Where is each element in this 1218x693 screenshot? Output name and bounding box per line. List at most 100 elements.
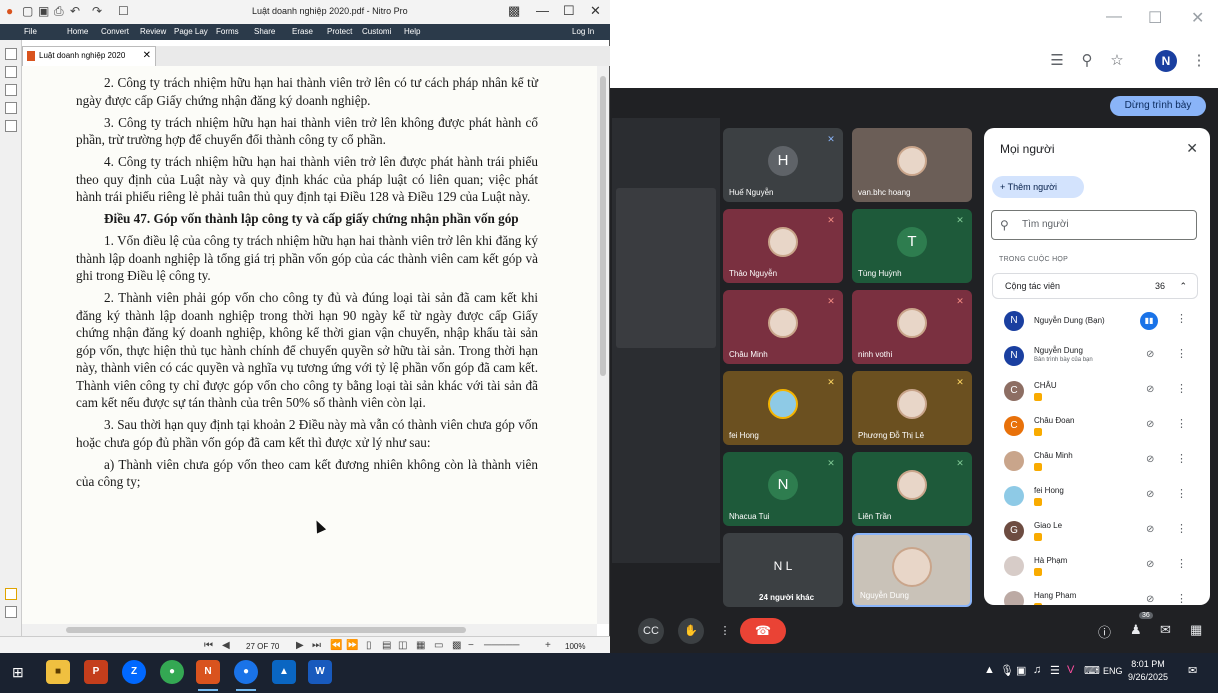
profile-avatar[interactable]: N xyxy=(1155,50,1177,72)
raise-hand-icon[interactable]: ✋ xyxy=(678,618,704,644)
tray-chevron-icon[interactable]: ▲ xyxy=(984,664,995,676)
list-item[interactable]: G Giao Le ⊘ ⋮ xyxy=(984,515,1210,549)
mic-icon[interactable]: 🎙 xyxy=(1000,664,1014,677)
participant-tile[interactable]: T ✕ Tùng Huỳnh xyxy=(852,209,972,283)
participant-tile[interactable]: ✕ fei Hong xyxy=(723,371,843,445)
others-tile[interactable]: N L 24 người khác xyxy=(723,533,843,607)
new-icon[interactable]: ▢ xyxy=(22,4,33,18)
undo-icon[interactable]: ↶ xyxy=(70,4,80,18)
keyboard-icon[interactable]: ⌨ xyxy=(1084,664,1100,677)
activities-icon[interactable]: ▦ xyxy=(1190,622,1202,638)
maximize-icon[interactable]: ☐ xyxy=(1148,8,1162,28)
prev-page-icon[interactable]: ◀ xyxy=(222,640,230,651)
language-indicator[interactable]: ENG xyxy=(1103,666,1123,676)
open-folder-icon[interactable]: ▣ xyxy=(38,4,49,18)
zoom-icon[interactable]: ⚲ xyxy=(1076,50,1098,72)
attachments-panel-icon[interactable] xyxy=(5,84,17,96)
maximize-icon[interactable]: ☐ xyxy=(563,3,575,19)
participant-tile[interactable]: van.bhc hoang xyxy=(852,128,972,202)
network-icon[interactable]: ☰ xyxy=(1050,664,1060,677)
app-icon[interactable]: ▲ xyxy=(272,660,296,684)
bookmark-star-icon[interactable]: ☆ xyxy=(1106,50,1128,72)
menu-help[interactable]: Help xyxy=(404,27,420,36)
menu-share[interactable]: Share xyxy=(254,27,275,36)
mic-off-icon[interactable]: ⊘ xyxy=(1146,559,1154,570)
zalo-icon[interactable]: Z xyxy=(122,660,146,684)
windows-start-icon[interactable]: ⊞ xyxy=(12,664,24,681)
stop-presenting-button[interactable]: Dừng trình bày xyxy=(1110,96,1206,116)
back-icon[interactable]: ⏪ xyxy=(330,640,342,651)
add-people-button[interactable]: + Thêm người xyxy=(992,176,1084,198)
participant-tile[interactable]: ✕ Châu Minh xyxy=(723,290,843,364)
participant-tile[interactable]: ✕ Liên Trần xyxy=(852,452,972,526)
more-vert-icon[interactable]: ⋮ xyxy=(1188,50,1210,72)
search-people-input[interactable]: ⚲ Tìm người xyxy=(991,210,1197,240)
more-vert-icon[interactable]: ⋮ xyxy=(1176,557,1187,570)
notifications-icon[interactable]: ✉ xyxy=(1188,664,1197,677)
output-panel-icon[interactable] xyxy=(5,606,17,618)
zoom-level[interactable]: 100% xyxy=(565,642,585,651)
close-tab-icon[interactable]: ✕ xyxy=(143,47,151,65)
list-item[interactable]: Châu Minh ⊘ ⋮ xyxy=(984,445,1210,479)
people-icon[interactable]: ♟ xyxy=(1130,622,1142,638)
mic-off-icon[interactable]: ⊘ xyxy=(1146,594,1154,605)
vertical-scroll-thumb[interactable] xyxy=(600,76,606,376)
zoom-out-icon[interactable]: − xyxy=(468,640,474,651)
participant-tile[interactable]: ✕ Phương Đỗ Thị Lê xyxy=(852,371,972,445)
list-item[interactable]: N Nguyễn Dung Bản trình bày của bạn ⊘ ⋮ xyxy=(984,340,1210,374)
nitro-pro-icon[interactable]: N xyxy=(196,660,220,684)
continuous-icon[interactable]: ▤ xyxy=(382,640,391,651)
menu-customize[interactable]: Customi xyxy=(362,27,391,36)
unikey-icon[interactable]: V xyxy=(1067,664,1074,676)
menu-erase[interactable]: Erase xyxy=(292,27,313,36)
menu-convert[interactable]: Convert xyxy=(101,27,129,36)
info-icon[interactable]: ⓘ xyxy=(1098,622,1111,641)
participant-tile[interactable]: ✕ Thảo Nguyễn xyxy=(723,209,843,283)
comments-panel-icon[interactable] xyxy=(5,102,17,114)
horizontal-scroll-thumb[interactable] xyxy=(66,627,466,633)
select-icon[interactable]: ☐ xyxy=(118,4,129,18)
menu-file[interactable]: File xyxy=(24,27,37,36)
page-indicator[interactable]: 27 OF 70 xyxy=(246,642,279,651)
mic-off-icon[interactable]: ⊘ xyxy=(1146,524,1154,535)
mic-off-icon[interactable]: ⊘ xyxy=(1146,489,1154,500)
mic-off-icon[interactable]: ⊘ xyxy=(1146,419,1154,430)
list-item[interactable]: N Nguyễn Dung (Bạn) ▮▮ ⋮ xyxy=(984,305,1210,339)
word-icon[interactable]: W xyxy=(308,660,332,684)
list-item[interactable]: Hà Phạm ⊘ ⋮ xyxy=(984,550,1210,584)
more-options-icon[interactable]: ⋮ xyxy=(712,618,738,644)
powerpoint-icon[interactable]: P xyxy=(84,660,108,684)
menu-home[interactable]: Home xyxy=(67,27,88,36)
participant-tile[interactable]: H ✕ Huế Nguyễn xyxy=(723,128,843,202)
fit-page-icon[interactable]: ▩ xyxy=(452,640,461,651)
chat-icon[interactable]: ✉ xyxy=(1160,622,1171,638)
zoom-in-icon[interactable]: + xyxy=(545,640,551,651)
forward-icon[interactable]: ⏩ xyxy=(346,640,358,651)
document-tab[interactable]: Luật doanh nghiệp 2020 ✕ xyxy=(22,46,156,66)
list-item[interactable]: C CHÂU ⊘ ⋮ xyxy=(984,375,1210,409)
present-off-icon[interactable]: ⊘ xyxy=(1146,349,1154,360)
comment-icon[interactable]: ▩ xyxy=(508,3,520,19)
participant-tile[interactable]: ✕ ninh vothi xyxy=(852,290,972,364)
translate-icon[interactable]: ☰ xyxy=(1046,50,1068,72)
more-vert-icon[interactable]: ⋮ xyxy=(1176,417,1187,430)
mic-off-icon[interactable]: ⊘ xyxy=(1146,454,1154,465)
clock[interactable]: 8:01 PM 9/26/2025 xyxy=(1128,658,1168,684)
captions-icon[interactable]: CC xyxy=(638,618,664,644)
notes-panel-icon[interactable] xyxy=(5,588,17,600)
participant-tile[interactable]: N ✕ Nhacua Tui xyxy=(723,452,843,526)
list-item[interactable]: C Châu Đoan ⊘ ⋮ xyxy=(984,410,1210,444)
minimize-icon[interactable]: — xyxy=(536,3,549,18)
more-vert-icon[interactable]: ⋮ xyxy=(1176,487,1187,500)
pages-panel-icon[interactable] xyxy=(5,48,17,60)
mic-off-icon[interactable]: ⊘ xyxy=(1146,384,1154,395)
close-icon[interactable]: ✕ xyxy=(590,3,601,19)
menu-page-layout[interactable]: Page Lay xyxy=(174,27,208,36)
menu-forms[interactable]: Forms xyxy=(216,27,239,36)
more-vert-icon[interactable]: ⋮ xyxy=(1176,312,1187,325)
more-vert-icon[interactable]: ⋮ xyxy=(1176,452,1187,465)
more-vert-icon[interactable]: ⋮ xyxy=(1176,592,1187,605)
bookmarks-panel-icon[interactable] xyxy=(5,66,17,78)
more-vert-icon[interactable]: ⋮ xyxy=(1176,522,1187,535)
zoom-slider[interactable]: ───── xyxy=(484,640,519,651)
